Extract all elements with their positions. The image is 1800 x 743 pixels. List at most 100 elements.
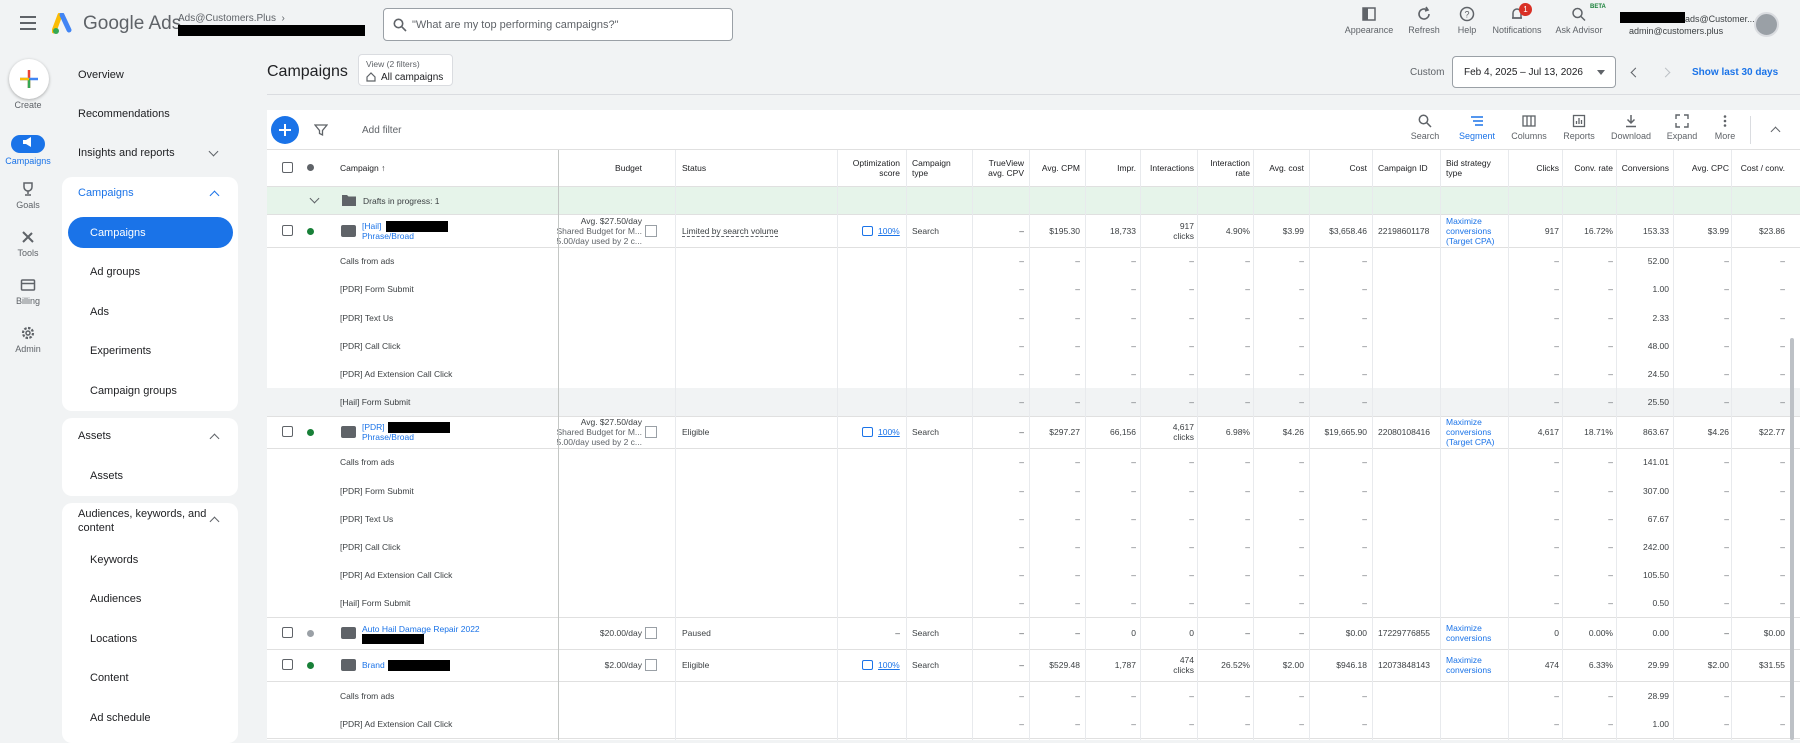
nav-recommendations[interactable]: Recommendations	[78, 108, 170, 120]
nav-item-campaigns[interactable]: Campaigns	[90, 227, 146, 239]
col-header-avg-cost[interactable]: Avg. cost	[1254, 150, 1304, 186]
rail-item-billing[interactable]: Billing	[0, 277, 56, 306]
menu-icon[interactable]	[20, 16, 36, 30]
search-input[interactable]: "What are my top performing campaigns?"	[383, 8, 733, 41]
empty-value: –	[1189, 541, 1194, 552]
nav-item-ads[interactable]: Ads	[90, 306, 109, 318]
select-all-checkbox[interactable]	[282, 162, 293, 173]
col-header-status[interactable]: Status	[682, 150, 782, 186]
campaign-name-link[interactable]: Auto Hail Damage Repair 2022	[362, 624, 480, 634]
bid-strategy-link[interactable]: conversions	[1446, 226, 1491, 236]
bid-strategy-link[interactable]: conversions	[1446, 427, 1491, 437]
bid-strategy-link[interactable]: Maximize	[1446, 216, 1482, 226]
nav-item-assets[interactable]: Assets	[90, 470, 123, 482]
filter-icon[interactable]	[314, 123, 328, 137]
nav-audiences-header[interactable]: Audiences, keywords, and content	[78, 507, 213, 535]
col-header-conv-rate[interactable]: Conv. rate	[1563, 150, 1613, 186]
campaign-name-link[interactable]: Brand	[362, 660, 385, 670]
nav-item-audiences[interactable]: Audiences	[90, 593, 141, 605]
bid-strategy-link[interactable]: Maximize	[1446, 655, 1482, 665]
appearance-button[interactable]: Appearance	[1339, 6, 1399, 35]
vertical-scrollbar[interactable]	[1790, 338, 1794, 740]
campaign-name-link[interactable]: [PDR]	[362, 422, 385, 432]
nav-overview[interactable]: Overview	[78, 69, 124, 81]
nav-item-campaign-groups[interactable]: Campaign groups	[90, 385, 177, 397]
bid-strategy-link[interactable]: conversions	[1446, 633, 1491, 643]
col-header-budget[interactable]: Budget	[560, 150, 642, 186]
toolbar-expand-button[interactable]: Expand	[1658, 114, 1706, 141]
col-header-campaign[interactable]: Campaign ↑	[340, 150, 460, 186]
toolbar-reports-button[interactable]: Reports	[1555, 114, 1603, 141]
col-header-clicks[interactable]: Clicks	[1512, 150, 1559, 186]
row-checkbox[interactable]	[282, 225, 293, 236]
campaign-name-link[interactable]: [Hail]	[362, 221, 381, 231]
nav-item-experiments[interactable]: Experiments	[90, 345, 151, 357]
optimization-score-link[interactable]: 100%	[878, 660, 900, 670]
nav-insights[interactable]: Insights and reports	[78, 147, 175, 159]
nav-item-keywords[interactable]: Keywords	[90, 554, 138, 566]
col-header-interaction-rate[interactable]: Interaction rate	[1198, 150, 1250, 186]
toolbar-search-button[interactable]: Search	[1401, 114, 1449, 141]
toolbar-columns-button[interactable]: Columns	[1505, 114, 1553, 141]
col-header-campaign-id[interactable]: Campaign ID	[1378, 150, 1438, 186]
rail-item-admin[interactable]: Admin	[0, 325, 56, 354]
empty-value: –	[1245, 541, 1250, 552]
metric-int_rate: 26.52%	[1221, 660, 1250, 671]
rail-item-goals[interactable]: Goals	[0, 181, 56, 210]
budget-chart-icon[interactable]	[645, 659, 657, 672]
chevron-left-icon[interactable]	[1630, 67, 1641, 78]
optimization-score-link[interactable]: 100%	[878, 226, 900, 236]
bid-strategy-link[interactable]: conversions	[1446, 665, 1491, 675]
col-header-interactions[interactable]: Interactions	[1140, 150, 1194, 186]
account-name[interactable]: Ads@Customers.Plus ›	[178, 13, 285, 24]
bid-strategy-link[interactable]: Maximize	[1446, 623, 1482, 633]
col-header-trueview-cpv[interactable]: TrueView avg. CPV	[970, 150, 1024, 186]
col-header-optimization-score[interactable]: Optimization score	[840, 150, 900, 186]
nav-item-ad-groups[interactable]: Ad groups	[90, 266, 140, 278]
bid-strategy-link[interactable]: (Target CPA)	[1446, 236, 1495, 246]
row-checkbox[interactable]	[282, 627, 293, 639]
col-header-cost[interactable]: Cost	[1310, 150, 1367, 186]
campaign-name-line2[interactable]: Phrase/Broad	[362, 432, 414, 442]
row-checkbox[interactable]	[282, 426, 293, 438]
bid-strategy-link[interactable]: (Target CPA)	[1446, 437, 1495, 447]
nav-assets-header[interactable]: Assets	[78, 430, 111, 442]
col-header-campaign-type[interactable]: Campaign type	[912, 150, 967, 186]
add-filter-button[interactable]: Add filter	[362, 125, 401, 136]
empty-value: –	[1362, 312, 1367, 323]
rail-item-campaigns[interactable]: Campaigns	[0, 133, 56, 166]
budget-chart-icon[interactable]	[645, 225, 657, 237]
col-header-impressions[interactable]: Impr.	[1086, 150, 1136, 186]
drafts-row[interactable]	[267, 187, 1800, 214]
avatar[interactable]	[1754, 12, 1779, 37]
nav-item-locations[interactable]: Locations	[90, 633, 137, 645]
col-header-avg-cpm[interactable]: Avg. CPM	[1030, 150, 1080, 186]
chevron-right-icon[interactable]	[1660, 67, 1671, 78]
nav-campaigns-header[interactable]: Campaigns	[78, 187, 134, 199]
nav-item-ad-schedule[interactable]: Ad schedule	[90, 712, 151, 724]
show-last-30-days-link[interactable]: Show last 30 days	[1692, 67, 1778, 78]
rail-item-tools[interactable]: Tools	[0, 229, 56, 258]
col-header-conversions[interactable]: Conversions	[1617, 150, 1669, 186]
notifications-button[interactable]: Notifications	[1487, 6, 1547, 35]
ask-advisor-button[interactable]: Ask Advisor	[1549, 6, 1609, 35]
create-button[interactable]	[9, 59, 49, 99]
chevron-down-icon[interactable]	[208, 146, 219, 157]
view-filter-button[interactable]: View (2 filters) All campaigns	[358, 54, 453, 86]
toolbar-download-button[interactable]: Download	[1607, 114, 1655, 141]
bid-strategy-link[interactable]: Maximize	[1446, 417, 1482, 427]
date-range-picker[interactable]: Feb 4, 2025 – Jul 13, 2026	[1452, 56, 1616, 88]
nav-item-content[interactable]: Content	[90, 672, 129, 684]
col-header-cost-per-conv[interactable]: Cost / conv.	[1733, 150, 1785, 186]
col-header-avg-cpc[interactable]: Avg. CPC	[1675, 150, 1729, 186]
campaign-name-line2[interactable]: Phrase/Broad	[362, 231, 414, 241]
optimization-score-link[interactable]: 100%	[878, 427, 900, 437]
budget-chart-icon[interactable]	[645, 426, 657, 439]
campaign-type: Search	[912, 226, 939, 236]
add-campaign-button[interactable]	[271, 116, 299, 144]
budget-chart-icon[interactable]	[645, 627, 657, 640]
row-checkbox[interactable]	[282, 659, 293, 671]
col-header-bid-strategy[interactable]: Bid strategy type	[1446, 150, 1506, 186]
toolbar-more-button[interactable]: More	[1701, 114, 1749, 141]
toolbar-segment-button[interactable]: Segment	[1453, 114, 1501, 141]
